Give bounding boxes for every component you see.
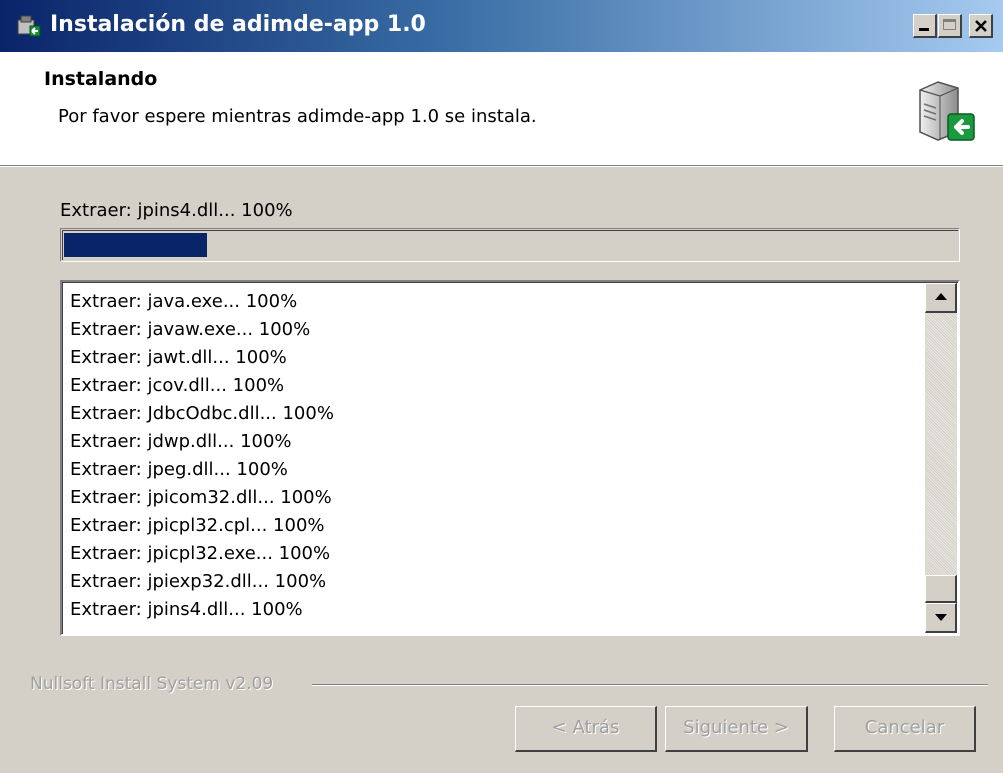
log-line: Extraer: jpiexp32.dll... 100% <box>70 571 327 592</box>
close-icon <box>975 20 987 32</box>
installer-window: Instalación de adimde-app 1.0 Instalando… <box>0 0 1003 773</box>
scroll-up-arrow-icon <box>935 293 947 300</box>
close-button[interactable] <box>969 14 993 38</box>
maximize-button[interactable] <box>938 14 962 38</box>
progress-bar-fill <box>64 233 207 257</box>
scroll-up-button[interactable] <box>925 283 957 313</box>
log-line: Extraer: jawt.dll... 100% <box>70 347 287 368</box>
window-title: Instalación de adimde-app 1.0 <box>50 12 426 37</box>
installer-computer-icon <box>919 81 975 141</box>
back-button[interactable]: < Atrás <box>515 706 657 752</box>
log-line: Extraer: JdbcOdbc.dll... 100% <box>70 403 334 424</box>
log-lines: Extraer: java.exe... 100% Extraer: javaw.… <box>70 288 920 624</box>
nsis-branding-text: Nullsoft Install System v2.09 <box>30 674 274 694</box>
minimize-button[interactable] <box>913 14 937 38</box>
log-line: Extraer: jpicpl32.cpl... 100% <box>70 515 325 536</box>
page-title: Instalando <box>44 68 158 90</box>
scroll-down-button[interactable] <box>925 603 957 633</box>
maximize-icon <box>943 19 956 30</box>
log-line: Extraer: java.exe... 100% <box>70 291 298 312</box>
log-line: Extraer: jdwp.dll... 100% <box>70 431 292 452</box>
branding-divider <box>312 684 988 686</box>
log-line: Extraer: jcov.dll... 100% <box>70 375 285 396</box>
log-line: Extraer: jpins4.dll... 100% <box>70 599 303 620</box>
log-line: Extraer: jpeg.dll... 100% <box>70 459 288 480</box>
log-scrollbar[interactable] <box>925 283 957 633</box>
page-subtitle: Por favor espere mientras adimde-app 1.0… <box>58 106 537 127</box>
minimize-icon <box>919 28 929 31</box>
progress-status-text: Extraer: jpins4.dll... 100% <box>60 200 293 221</box>
page-header: Instalando Por favor espere mientras adi… <box>0 52 1003 166</box>
install-log-list[interactable]: Extraer: java.exe... 100% Extraer: javaw.… <box>60 280 960 636</box>
log-line: Extraer: jpicom32.dll... 100% <box>70 487 332 508</box>
installer-app-icon <box>17 15 41 37</box>
log-line: Extraer: javaw.exe... 100% <box>70 319 311 340</box>
scrollbar-thumb[interactable] <box>925 575 957 603</box>
title-bar[interactable]: Instalación de adimde-app 1.0 <box>0 0 1003 52</box>
next-button[interactable]: Siguiente > <box>665 706 808 752</box>
log-line: Extraer: jpicpl32.exe... 100% <box>70 543 331 564</box>
progress-bar <box>60 228 960 262</box>
cancel-button[interactable]: Cancelar <box>834 706 976 752</box>
scroll-down-arrow-icon <box>935 614 947 621</box>
